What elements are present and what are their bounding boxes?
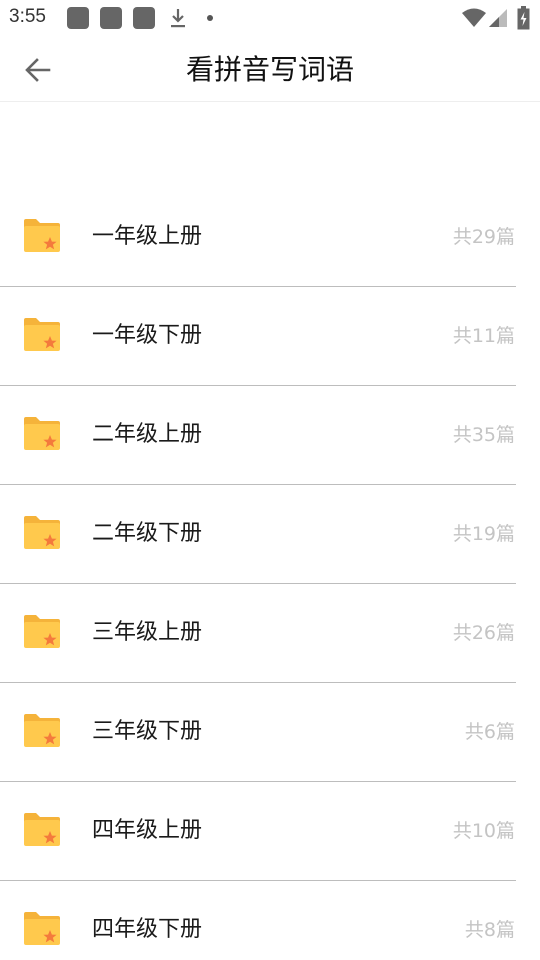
list-item[interactable]: 四年级下册 共8篇 xyxy=(0,881,516,960)
list-item-label: 四年级上册 xyxy=(92,818,203,843)
list-item-count: 共29篇 xyxy=(452,226,515,248)
list-item-count: 共11篇 xyxy=(452,325,515,347)
folder-star-icon xyxy=(24,714,60,747)
folder-star-icon xyxy=(24,417,60,450)
list-item[interactable]: 三年级下册 共6篇 xyxy=(0,683,516,782)
signal-icon xyxy=(489,9,507,27)
list-item-count: 共6篇 xyxy=(464,721,515,743)
list-item[interactable]: 一年级下册 共11篇 xyxy=(0,287,516,386)
notification-app-icon xyxy=(67,7,89,29)
list-item-count: 共35篇 xyxy=(452,424,515,446)
list-item-label: 四年级下册 xyxy=(92,917,203,942)
folder-star-icon xyxy=(24,219,60,252)
battery-charging-icon xyxy=(517,6,530,30)
list-item-label: 三年级下册 xyxy=(92,719,203,744)
folder-star-icon xyxy=(24,813,60,846)
list-item-label: 二年级上册 xyxy=(92,422,203,447)
list-item-label: 一年级上册 xyxy=(92,224,203,249)
list-item-label: 三年级上册 xyxy=(92,620,203,645)
list-item-label: 一年级下册 xyxy=(92,323,203,348)
status-time: 3:55 xyxy=(9,6,46,27)
list-item-count: 共10篇 xyxy=(452,820,515,842)
page-title: 看拼音写词语 xyxy=(185,53,354,86)
folder-star-icon xyxy=(24,615,60,648)
list-item[interactable]: 四年级上册 共10篇 xyxy=(0,782,516,881)
list-item-label: 二年级下册 xyxy=(92,521,203,546)
list-item[interactable]: 二年级下册 共19篇 xyxy=(0,485,516,584)
folder-star-icon xyxy=(24,516,60,549)
notification-app-icon xyxy=(133,7,155,29)
status-bar: 3:55 xyxy=(0,0,540,36)
grade-list: 一年级上册 共29篇 一年级下册 共11篇 二年级上册 共35篇 二年级下册 共… xyxy=(0,188,540,960)
list-item[interactable]: 一年级上册 共29篇 xyxy=(0,188,516,287)
list-item[interactable]: 二年级上册 共35篇 xyxy=(0,386,516,485)
screen: 3:55 看拼音写词语 一年级上册 共29篇 一年级下册 共11篇 二年级上册 … xyxy=(0,0,540,960)
list-item-count: 共26篇 xyxy=(452,622,515,644)
download-icon xyxy=(171,9,185,28)
folder-star-icon xyxy=(24,912,60,945)
folder-star-icon xyxy=(24,318,60,351)
list-item[interactable]: 三年级上册 共26篇 xyxy=(0,584,516,683)
wifi-icon xyxy=(462,8,486,27)
list-item-count: 共19篇 xyxy=(452,523,515,545)
app-header: 看拼音写词语 xyxy=(0,36,540,102)
notification-app-icon xyxy=(100,7,122,29)
list-item-count: 共8篇 xyxy=(464,919,515,941)
more-notifications-dot-icon xyxy=(207,15,213,21)
